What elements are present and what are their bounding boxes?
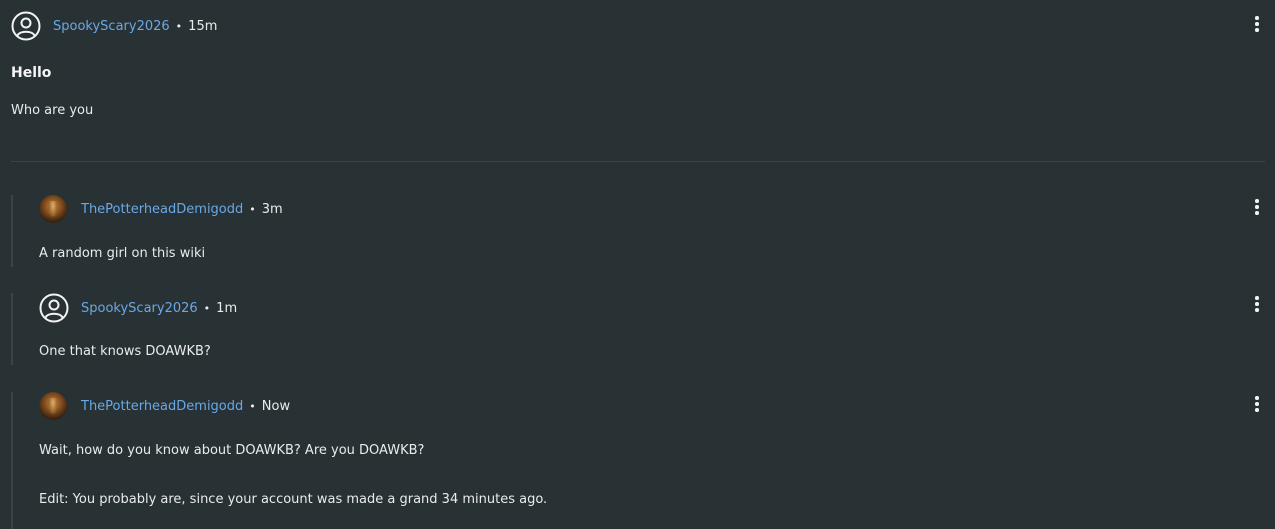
separator-dot: •: [203, 301, 211, 315]
separator-dot: •: [249, 202, 256, 216]
reply-timestamp: 1m: [216, 300, 238, 316]
reply-body: A random girl on this wiki: [39, 246, 206, 261]
reply-more-options-icon[interactable]: [1254, 396, 1260, 412]
separator-dot: •: [175, 19, 183, 33]
reply-author-link[interactable]: SpookyScary2026: [81, 301, 198, 316]
reply-header: SpookyScary2026 • 1m: [39, 293, 237, 323]
user-avatar[interactable]: [39, 195, 67, 223]
reply-thread-bar: [11, 293, 13, 365]
divider: [11, 161, 1265, 162]
reply-body: One that knows DOAWKB?: [39, 344, 211, 359]
post-title: Hello: [11, 65, 52, 81]
post-timestamp: 15m: [188, 18, 218, 34]
reply-more-options-icon[interactable]: [1254, 296, 1260, 312]
reply-body: Wait, how do you know about DOAWKB? Are …: [39, 443, 425, 458]
reply-author-link[interactable]: ThePotterheadDemigodd: [81, 399, 243, 414]
reply-thread-bar: [11, 195, 13, 267]
reply-more-options-icon[interactable]: [1254, 199, 1260, 215]
default-avatar-icon[interactable]: [39, 293, 69, 323]
reply-timestamp: Now: [261, 398, 291, 414]
post-body: Who are you: [11, 103, 94, 118]
separator-dot: •: [249, 399, 256, 413]
default-avatar-icon[interactable]: [11, 11, 41, 41]
reply-author-link[interactable]: ThePotterheadDemigodd: [81, 202, 243, 217]
user-avatar[interactable]: [39, 392, 67, 420]
reply-header: ThePotterheadDemigodd • Now: [39, 392, 290, 420]
reply-body-edit: Edit: You probably are, since your accou…: [39, 492, 548, 507]
post-author-link[interactable]: SpookyScary2026: [53, 19, 170, 34]
post-more-options-icon[interactable]: [1254, 16, 1260, 32]
reply-header: ThePotterheadDemigodd • 3m: [39, 195, 283, 223]
reply-thread-bar: [11, 392, 13, 529]
reply-timestamp: 3m: [261, 201, 283, 217]
post-header: SpookyScary2026 • 15m: [11, 11, 217, 41]
